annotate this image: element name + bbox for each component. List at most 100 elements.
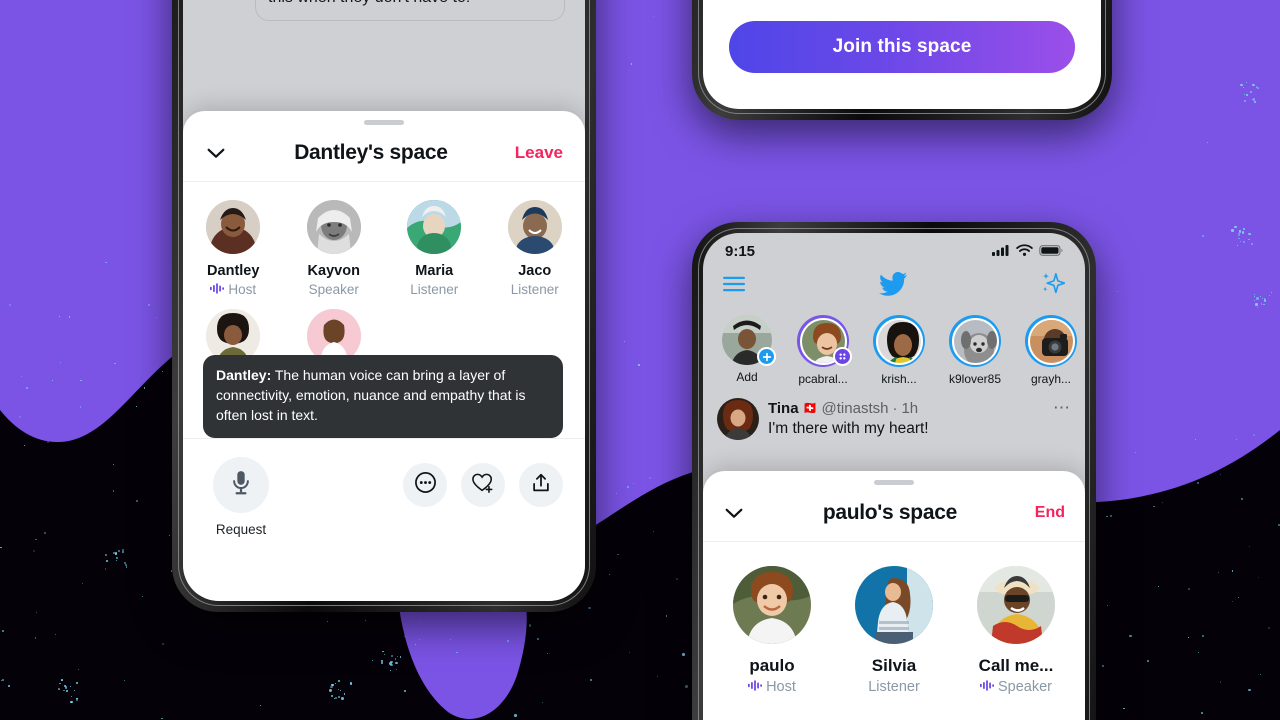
chevron-down-icon[interactable] [723, 502, 745, 524]
sparkle-icon[interactable] [1040, 271, 1066, 301]
participant-role: Host [183, 282, 284, 297]
participant[interactable]: Kayvon Speaker [284, 200, 385, 297]
tweet-body: Tina 🇨🇭 @tinastsh · 1h ⋯ I'm there with … [768, 398, 1071, 440]
phone-bottom-right-screen: 9:15 Add pcabral... krish... k9lover85 g… [703, 233, 1085, 720]
participant-name: Kayvon [307, 263, 360, 279]
more-circle-icon [414, 471, 437, 499]
tweet-header: Tina 🇨🇭 @tinastsh · 1h ⋯ [768, 398, 1071, 418]
participant-name: Jaco [518, 263, 552, 279]
participant[interactable]: Jaco Listener [485, 200, 586, 297]
fleet-label: k9lover85 [948, 372, 1002, 386]
fleet-dots-badge[interactable] [833, 347, 852, 366]
quoted-tweet-card[interactable]: Kiyo@kiyotoshi_y·1h Y'all this is in Tok… [255, 0, 565, 21]
timeline-tweet[interactable]: Tina 🇨🇭 @tinastsh · 1h ⋯ I'm there with … [703, 392, 1085, 440]
react-button[interactable] [461, 463, 505, 507]
tweet-handle: @tinastsh [821, 399, 889, 417]
status-indicators [992, 243, 1063, 260]
fleet-item[interactable]: Add [713, 315, 781, 386]
join-this-space-button[interactable]: Join this space [729, 21, 1075, 73]
request-control[interactable]: Request [205, 457, 277, 537]
fleet-item[interactable]: grayh... [1017, 315, 1085, 386]
avatar [507, 200, 562, 254]
participant-name: Maria [415, 263, 454, 279]
avatar [1027, 317, 1075, 365]
avatar [733, 566, 811, 644]
phone-left: #BlackLivesMatter #ICantBreathe Kiyo@kiy… [172, 0, 596, 612]
phone-top-right-screen: Join this space [703, 0, 1101, 109]
participant-role: Host [711, 679, 833, 695]
fleet-avatar-ring [1025, 315, 1077, 367]
participant-role: Listener [833, 679, 955, 695]
participant-name: Silvia [871, 656, 917, 675]
participant-role-label: Host [228, 282, 257, 297]
avatar [407, 200, 462, 254]
fleet-avatar-ring [949, 315, 1001, 367]
participant-role-label: Host [766, 679, 796, 695]
status-bar: 9:15 [703, 233, 1085, 262]
fleet-item[interactable]: k9lover85 [941, 315, 1009, 386]
speaking-wave-icon [210, 282, 225, 297]
spaces-sheet-left: Dantley's space Leave Dantley Host Kayvo… [183, 111, 585, 601]
more-horizontal-icon[interactable]: ⋯ [1053, 398, 1071, 418]
chevron-down-icon[interactable] [205, 142, 227, 164]
participant-role-label: Listener [410, 282, 459, 297]
participant-role: Speaker [955, 679, 1077, 695]
timeline-behind-sheet: #BlackLivesMatter #ICantBreathe Kiyo@kiy… [183, 0, 585, 21]
spaces-sheet-right: paulo's space End paulo Host Silvia List… [703, 471, 1085, 720]
twitter-bird-icon[interactable] [878, 271, 907, 301]
participant-role-label: Listener [510, 282, 559, 297]
fleets-row[interactable]: Add pcabral... krish... k9lover85 grayh.… [703, 311, 1085, 392]
page-title: paulo's space [822, 501, 957, 524]
participant[interactable]: Maria Listener [384, 200, 485, 297]
add-fleet-badge[interactable] [757, 347, 776, 366]
microphone-button[interactable] [213, 457, 269, 513]
tweet-dot: · [892, 399, 898, 417]
live-caption: Dantley: The human voice can bring a lay… [203, 355, 563, 438]
join-space-panel: Join this space [703, 0, 1101, 109]
flag-emoji: 🇨🇭 [802, 401, 818, 415]
participant[interactable]: Call me... Speaker [955, 566, 1077, 695]
heart-plus-icon [471, 472, 495, 499]
participant-role-label: Listener [868, 679, 920, 695]
request-label: Request [215, 522, 267, 537]
avatar [875, 317, 923, 365]
participants-row-1: Dantley Host Kayvon Speaker Maria Listen… [183, 182, 585, 307]
avatar [206, 200, 261, 254]
hamburger-menu-icon[interactable] [723, 276, 745, 297]
avatar [977, 566, 1055, 644]
participant-role: Listener [384, 282, 485, 297]
status-time: 9:15 [725, 243, 756, 260]
speaking-wave-icon [748, 679, 763, 695]
cellular-bars-icon [992, 243, 1010, 260]
participant[interactable]: Dantley Host [183, 200, 284, 297]
speaking-wave-icon [979, 679, 994, 695]
phone-bottom-right: 9:15 Add pcabral... krish... k9lover85 g… [692, 222, 1096, 720]
participant-name: paulo [749, 656, 795, 675]
participant[interactable]: Silvia Listener [833, 566, 955, 695]
more-button[interactable] [403, 463, 447, 507]
phone-left-screen: #BlackLivesMatter #ICantBreathe Kiyo@kiy… [183, 0, 585, 601]
participant-role: Speaker [284, 282, 385, 297]
fleet-label: krish... [881, 372, 917, 386]
battery-full-icon [1039, 243, 1063, 260]
microphone-icon [230, 470, 252, 501]
end-button[interactable]: End [1035, 504, 1065, 522]
caption-area: Dantley: The human voice can bring a lay… [183, 355, 585, 438]
phone-top-right: Join this space [692, 0, 1112, 120]
page-title: Dantley's space [294, 141, 448, 164]
nav-bar [703, 262, 1085, 311]
participant-role: Listener [485, 282, 586, 297]
share-button[interactable] [519, 463, 563, 507]
caption-speaker: Dantley: [216, 367, 272, 384]
fleet-label: Add [736, 370, 758, 384]
tweet-time: 1h [901, 399, 919, 417]
participant[interactable]: paulo Host [711, 566, 833, 695]
leave-button[interactable]: Leave [515, 143, 563, 163]
avatar[interactable] [717, 398, 759, 440]
fleet-item[interactable]: krish... [865, 315, 933, 386]
fleet-item[interactable]: pcabral... [789, 315, 857, 386]
participant-name: Call me... [978, 656, 1054, 675]
participant-name: Dantley [207, 263, 260, 279]
participant-role-label: Speaker [308, 282, 359, 297]
wifi-icon [1016, 243, 1033, 260]
